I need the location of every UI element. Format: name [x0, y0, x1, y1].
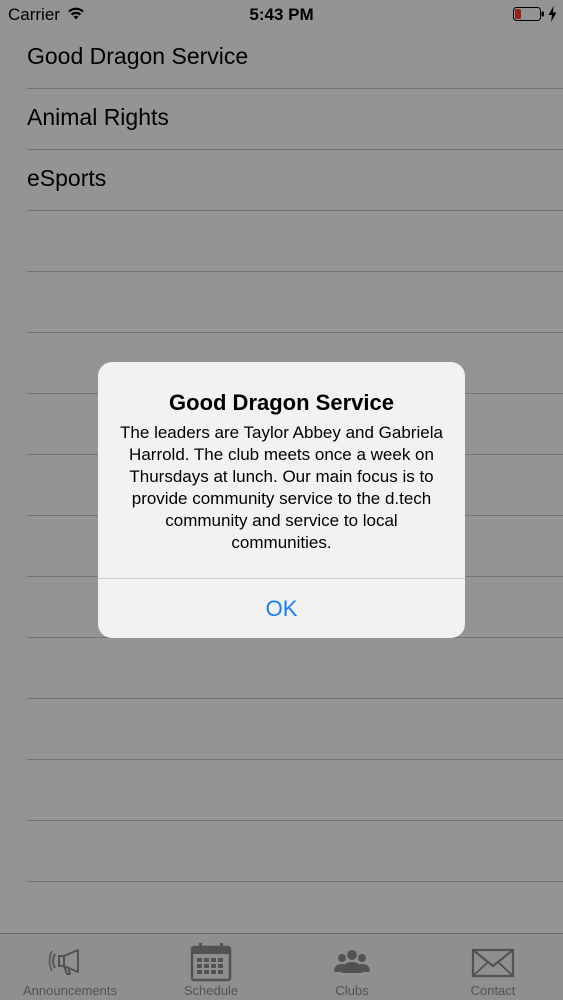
alert-message: The leaders are Taylor Abbey and Gabriel… [120, 423, 443, 552]
alert-dialog: Good Dragon Service The leaders are Tayl… [98, 362, 465, 638]
app-screen: Carrier 5:43 PM Good Dragon Service Anim… [0, 0, 563, 1000]
alert-title: Good Dragon Service [169, 390, 394, 415]
ok-button[interactable]: OK [98, 579, 465, 638]
